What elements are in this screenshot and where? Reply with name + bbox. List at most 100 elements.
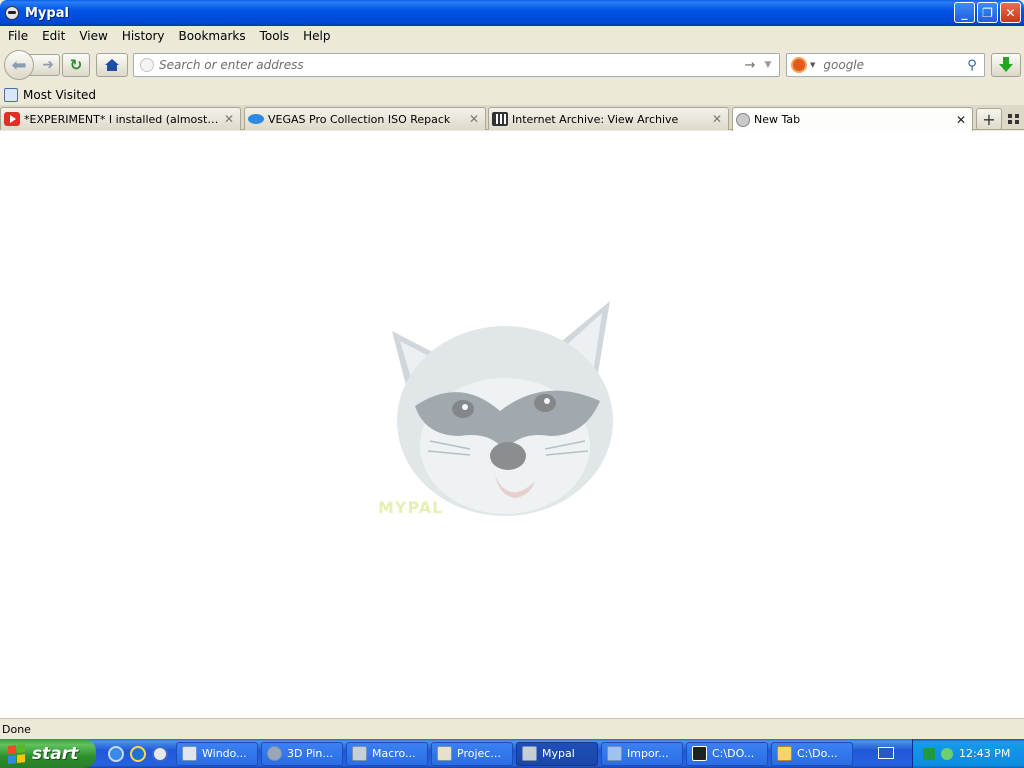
window-icon bbox=[182, 746, 197, 761]
restore-button[interactable]: ❐ bbox=[977, 2, 998, 23]
reload-button[interactable]: ↻ bbox=[62, 53, 90, 77]
window-controls: _ ❐ ✕ bbox=[954, 2, 1021, 23]
back-button[interactable]: ⬅ bbox=[4, 50, 34, 80]
vegas-icon bbox=[248, 114, 264, 124]
tab-youtube[interactable]: *EXPERIMENT* I installed (almost) all v.… bbox=[0, 107, 241, 130]
network-icon[interactable] bbox=[108, 745, 124, 762]
tab-close-icon[interactable]: ✕ bbox=[954, 113, 968, 127]
most-visited-icon bbox=[4, 87, 18, 102]
youtube-icon bbox=[4, 112, 20, 126]
internet-explorer-icon[interactable] bbox=[130, 745, 146, 762]
menu-help[interactable]: Help bbox=[296, 29, 337, 43]
status-text: Done bbox=[2, 722, 31, 736]
taskbar: start Windo... 3D Pin... Macro... Projec… bbox=[0, 739, 1024, 768]
title-bar: Mypal _ ❐ ✕ bbox=[0, 0, 1024, 26]
search-input[interactable] bbox=[823, 55, 963, 75]
close-button[interactable]: ✕ bbox=[1000, 2, 1021, 23]
folder-icon bbox=[777, 746, 792, 761]
download-arrow-icon bbox=[999, 56, 1013, 72]
new-tab-button[interactable]: + bbox=[976, 108, 1002, 130]
tab-label: New Tab bbox=[754, 113, 801, 126]
task-label: Mypal bbox=[542, 747, 575, 760]
menu-tools[interactable]: Tools bbox=[253, 29, 297, 43]
menu-file[interactable]: File bbox=[1, 29, 35, 43]
engine-dropdown-icon[interactable]: ▼ bbox=[810, 61, 815, 69]
site-identity-icon[interactable] bbox=[140, 58, 154, 72]
tab-strip: *EXPERIMENT* I installed (almost) all v.… bbox=[0, 105, 1024, 131]
task-label: C:\DO... bbox=[712, 747, 755, 760]
document-icon bbox=[607, 746, 622, 761]
keyboard-icon[interactable] bbox=[878, 747, 894, 759]
start-label: start bbox=[32, 743, 79, 764]
minimize-button[interactable]: _ bbox=[954, 2, 975, 23]
search-bar[interactable]: ▼ ⚲ bbox=[786, 53, 985, 77]
task-label: Macro... bbox=[372, 747, 416, 760]
task-import[interactable]: Impor... bbox=[601, 741, 683, 766]
tab-label: VEGAS Pro Collection ISO Repack bbox=[268, 112, 451, 126]
task-pinball[interactable]: 3D Pin... bbox=[261, 741, 343, 766]
reload-icon: ↻ bbox=[69, 56, 83, 74]
project-icon bbox=[437, 746, 452, 761]
window-title: Mypal bbox=[25, 5, 69, 21]
task-macro[interactable]: Macro... bbox=[346, 741, 428, 766]
downloads-button[interactable] bbox=[991, 53, 1021, 77]
mypal-logo-text: MYPAL bbox=[378, 498, 444, 517]
back-arrow-icon: ⬅ bbox=[11, 54, 27, 76]
most-visited-bookmark[interactable]: Most Visited bbox=[23, 88, 96, 102]
task-label: Windo... bbox=[202, 747, 247, 760]
menu-bar: File Edit View History Bookmarks Tools H… bbox=[0, 26, 1024, 46]
task-label: 3D Pin... bbox=[287, 747, 333, 760]
task-label: C:\Do... bbox=[797, 747, 838, 760]
task-folder[interactable]: C:\Do... bbox=[771, 741, 853, 766]
system-tray: 12:43 PM bbox=[912, 739, 1024, 768]
plus-icon: + bbox=[982, 109, 996, 129]
home-icon bbox=[105, 59, 119, 71]
task-label: Projec... bbox=[457, 747, 501, 760]
address-bar[interactable]: → ▼ bbox=[133, 53, 780, 77]
status-bar: Done bbox=[0, 718, 1024, 739]
tab-new-tab[interactable]: New Tab ✕ bbox=[732, 107, 973, 131]
page-content: MYPAL bbox=[0, 131, 1024, 718]
navigation-toolbar: ➜ ⬅ ↻ → ▼ ▼ ⚲ bbox=[0, 46, 1024, 84]
task-mypal[interactable]: Mypal bbox=[516, 741, 598, 766]
menu-edit[interactable]: Edit bbox=[35, 29, 72, 43]
task-project[interactable]: Projec... bbox=[431, 741, 513, 766]
media-player-icon[interactable] bbox=[152, 745, 168, 762]
bookmarks-toolbar: Most Visited bbox=[0, 84, 1024, 105]
address-input[interactable] bbox=[159, 55, 741, 75]
go-arrow-icon[interactable]: → bbox=[741, 58, 759, 73]
all-tabs-button[interactable] bbox=[1006, 112, 1020, 126]
task-7zip[interactable]: C:\DO... bbox=[686, 741, 768, 766]
clock[interactable]: 12:43 PM bbox=[959, 747, 1010, 760]
tab-close-icon[interactable]: ✕ bbox=[222, 112, 236, 126]
app-icon[interactable] bbox=[5, 6, 19, 20]
raccoon-icon bbox=[522, 746, 537, 761]
raccoon-icon bbox=[352, 746, 367, 761]
task-windows[interactable]: Windo... bbox=[176, 741, 258, 766]
pinball-icon bbox=[267, 746, 282, 761]
menu-view[interactable]: View bbox=[72, 29, 114, 43]
tray-app-icon[interactable] bbox=[923, 747, 935, 760]
tab-close-icon[interactable]: ✕ bbox=[467, 112, 481, 126]
menu-history[interactable]: History bbox=[115, 29, 172, 43]
task-label: Impor... bbox=[627, 747, 669, 760]
magnifier-icon[interactable]: ⚲ bbox=[963, 58, 981, 73]
globe-icon bbox=[736, 112, 750, 127]
start-button[interactable]: start bbox=[0, 739, 96, 768]
back-forward-group: ➜ ⬅ bbox=[4, 50, 60, 80]
menu-bookmarks[interactable]: Bookmarks bbox=[172, 29, 253, 43]
network-status-icon[interactable] bbox=[941, 747, 953, 760]
history-dropdown-icon[interactable]: ▼ bbox=[759, 60, 777, 70]
windows-logo-icon bbox=[8, 743, 26, 764]
tab-close-icon[interactable]: ✕ bbox=[710, 112, 724, 126]
raccoon-logo bbox=[392, 301, 613, 516]
search-engine-icon[interactable] bbox=[791, 57, 807, 73]
tab-archive[interactable]: Internet Archive: View Archive ✕ bbox=[488, 107, 729, 130]
archive-icon bbox=[492, 112, 508, 126]
tab-label: Internet Archive: View Archive bbox=[512, 112, 679, 126]
tab-label: *EXPERIMENT* I installed (almost) all v.… bbox=[24, 112, 222, 126]
7zip-icon bbox=[692, 746, 707, 761]
quick-launch bbox=[108, 745, 168, 762]
home-button[interactable] bbox=[96, 53, 128, 77]
tab-vegas[interactable]: VEGAS Pro Collection ISO Repack ✕ bbox=[244, 107, 486, 130]
